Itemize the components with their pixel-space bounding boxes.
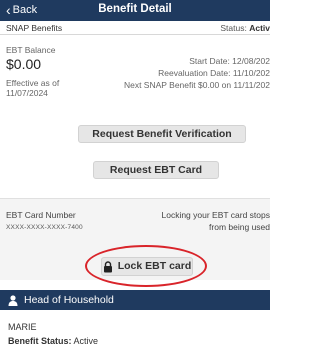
benefit-status-value: Active (73, 336, 99, 346)
request-ebt-card-button[interactable]: Request EBT Card (93, 161, 219, 179)
head-of-household-header: Head of Household (0, 290, 270, 310)
lock-ebt-card-label: Lock EBT card (117, 260, 192, 272)
next-benefit: Next SNAP Benefit $0.00 on 11/11/202 (123, 80, 270, 90)
member-name: MARIE (8, 322, 37, 332)
program-status-bar: SNAP Benefits Status: Activ (0, 21, 270, 35)
lock-note-line2: from being used (209, 222, 270, 232)
person-icon (8, 294, 18, 306)
card-number-label: EBT Card Number (6, 210, 76, 220)
ebt-balance-label: EBT Balance (6, 45, 56, 55)
effective-date: 11/07/2024 (6, 88, 48, 98)
lock-note-line1: Locking your EBT card stops (161, 210, 270, 220)
effective-as-of-label: Effective as of (6, 78, 60, 88)
status-label: Status: (220, 23, 247, 33)
card-number-value: XXXX-XXXX-XXXX-7400 (6, 224, 83, 231)
page-title: Benefit Detail (98, 3, 172, 15)
benefit-status: Benefit Status: Active (8, 336, 98, 346)
program-status: Status: Activ (220, 23, 270, 33)
head-of-household-title: Head of Household (24, 294, 114, 306)
reevaluation-date: Reevaluation Date: 11/10/202 (158, 68, 270, 78)
benefit-status-label: Benefit Status: (8, 336, 72, 346)
program-name: SNAP Benefits (6, 23, 63, 33)
lock-ebt-card-button[interactable]: Lock EBT card (101, 257, 193, 276)
lock-icon (103, 260, 113, 273)
start-date: Start Date: 12/08/202 (189, 56, 270, 66)
app-header: ‹ Back Benefit Detail (0, 0, 270, 21)
status-value: Activ (249, 23, 270, 33)
ebt-balance-amount: $0.00 (6, 56, 42, 72)
request-benefit-verification-button[interactable]: Request Benefit Verification (78, 125, 246, 143)
